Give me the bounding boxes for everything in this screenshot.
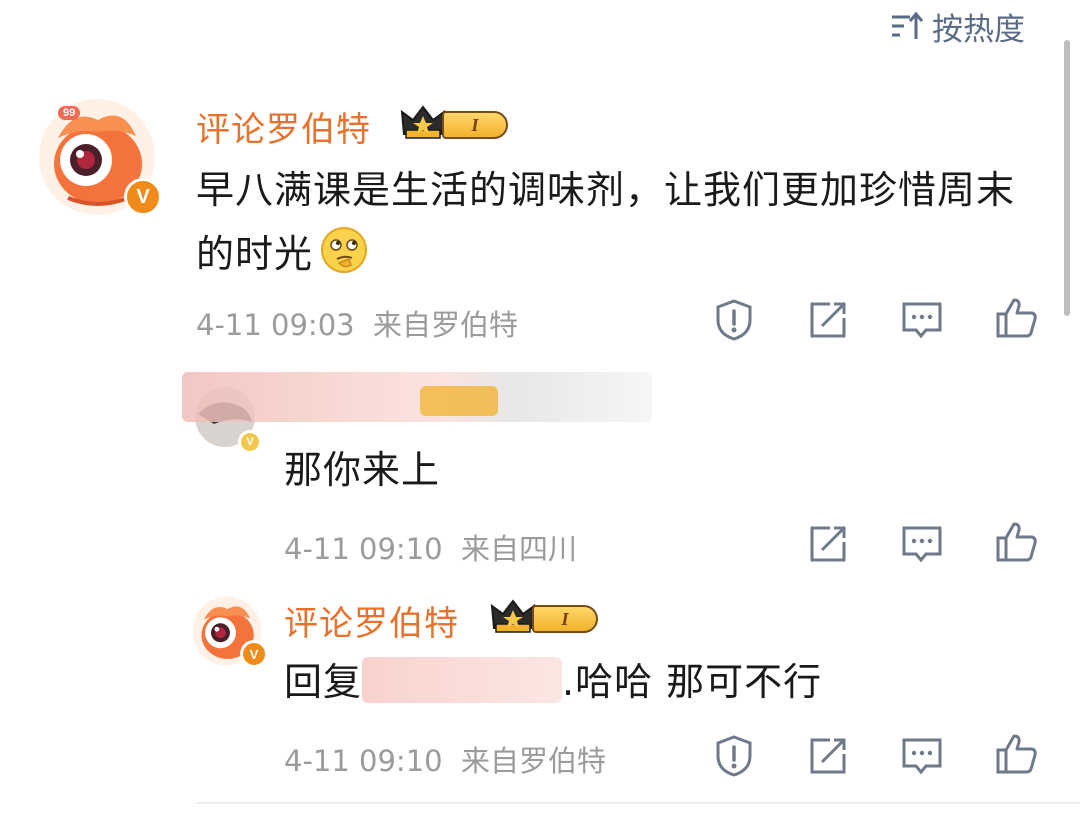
forward-icon[interactable]: [806, 298, 850, 342]
comment-icon[interactable]: [900, 298, 944, 342]
avatar[interactable]: 99 V: [38, 98, 162, 216]
verified-badge: V: [124, 178, 162, 216]
vip-level-badge: I: [400, 104, 510, 142]
comment-meta: 4-11 09:10 来自四川: [284, 526, 577, 568]
crown-icon: [400, 105, 446, 139]
verified-badge: V: [240, 640, 268, 668]
report-icon[interactable]: [712, 298, 756, 342]
divider: [196, 802, 1080, 804]
vip-level-badge: I: [490, 598, 600, 636]
sort-by-hot-button[interactable]: 按热度: [890, 6, 1025, 48]
avatar[interactable]: V: [192, 596, 268, 668]
redacted-username: [182, 372, 652, 422]
sort-label: 按热度: [932, 11, 1025, 48]
verified-badge: V: [238, 430, 262, 454]
badge-count: 99: [58, 106, 81, 120]
timestamp: 4-11 09:10: [284, 744, 443, 778]
comment-meta: 4-11 09:10 来自罗伯特: [284, 738, 606, 780]
crown-icon: [490, 599, 536, 633]
source: 来自四川: [461, 532, 578, 566]
like-icon[interactable]: [994, 732, 1038, 776]
redacted-reply-target: [362, 657, 563, 703]
username[interactable]: 评论罗伯特: [196, 102, 371, 151]
timestamp: 4-11 09:03: [196, 308, 355, 342]
like-icon[interactable]: [994, 296, 1038, 340]
thinking-face-icon: [319, 225, 369, 294]
redacted-level-badge: [420, 386, 498, 416]
forward-icon[interactable]: [806, 522, 850, 566]
like-icon[interactable]: [994, 520, 1038, 564]
reply-prefix: 回复: [284, 660, 363, 704]
username[interactable]: 评论罗伯特: [284, 596, 459, 645]
source: 来自罗伯特: [461, 744, 607, 778]
comment-text: 回复 .哈哈 那可不行: [284, 650, 822, 714]
timestamp: 4-11 09:10: [284, 532, 443, 566]
forward-icon[interactable]: [806, 734, 850, 778]
comment-icon[interactable]: [900, 734, 944, 778]
comment-meta: 4-11 09:03 来自罗伯特: [196, 302, 518, 344]
report-icon[interactable]: [712, 734, 756, 778]
source: 来自罗伯特: [373, 308, 519, 342]
comment-icon[interactable]: [900, 522, 944, 566]
scrollbar[interactable]: [1064, 40, 1070, 316]
sort-desc-icon: [890, 11, 924, 41]
comment-text: 早八满课是生活的调味剂，让我们更加珍惜周末的时光: [196, 158, 1036, 294]
comment-text: 那你来上: [284, 448, 441, 492]
